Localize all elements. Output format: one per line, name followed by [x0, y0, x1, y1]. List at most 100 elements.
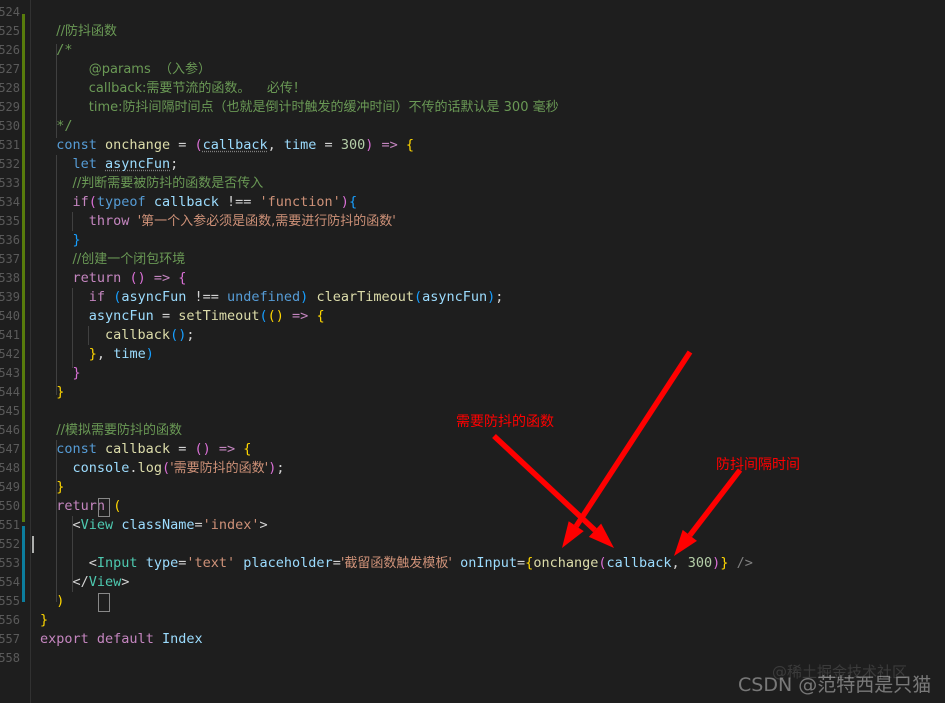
- line-number: 551: [0, 518, 20, 532]
- git-change-bar-modified: [22, 526, 25, 602]
- line-number: 529: [0, 100, 20, 114]
- watermark-csdn: CSDN @范特西是只猫: [738, 674, 932, 696]
- code-token: {: [316, 308, 325, 324]
- code-line: //模拟需要防抖的函数: [40, 421, 182, 440]
- code-token: Index: [161, 631, 203, 647]
- code-token: =>: [292, 308, 309, 324]
- code-token: clearTimeout: [316, 289, 414, 305]
- code-token: asyncFun: [88, 308, 154, 324]
- code-token: =: [517, 555, 526, 571]
- code-line: */: [40, 117, 72, 136]
- code-token: onchange: [533, 555, 599, 571]
- code-line: ): [40, 592, 64, 611]
- code-editor-screenshot: 524 525 526 527 528 529 530 531 532 533 534 535 536 5…: [0, 0, 945, 703]
- code-token: (: [413, 289, 423, 305]
- code-line: }: [40, 611, 48, 630]
- line-number: 552: [0, 537, 20, 551]
- code-token: callback: [202, 137, 268, 153]
- code-line: </View>: [40, 573, 130, 592]
- line-number: 542: [0, 347, 20, 361]
- code-token: time: [283, 137, 317, 153]
- code-token: (): [170, 327, 187, 343]
- code-token: //创建一个闭包环境: [72, 252, 186, 267]
- fold-rail-divider: [30, 0, 31, 703]
- code-token: asyncFun: [105, 156, 171, 172]
- code-token: '需要防抖的函数': [170, 461, 269, 476]
- text-caret: [32, 536, 34, 553]
- code-token: placeholder: [243, 555, 333, 571]
- code-token: typeof: [96, 194, 146, 210]
- line-number: 526: [0, 43, 20, 57]
- code-token: if: [88, 289, 106, 305]
- code-token: //防抖函数: [56, 24, 118, 39]
- code-token: ;: [495, 289, 504, 305]
- code-token: ): [340, 194, 349, 210]
- code-token: callback: [105, 441, 171, 457]
- code-token: (: [194, 137, 203, 153]
- code-line: console.log('需要防抖的函数');: [40, 459, 285, 478]
- code-token: ;: [170, 156, 179, 172]
- code-line: /*: [40, 41, 73, 60]
- code-token: className: [121, 517, 195, 533]
- annotation-label-interval: 防抖间隔时间: [716, 457, 800, 473]
- code-line: let asyncFun;: [40, 155, 179, 174]
- code-token: (: [161, 460, 171, 476]
- line-number: 534: [0, 195, 20, 209]
- code-token: callback:需要节流的函数。 必传！: [88, 81, 306, 96]
- line-number: 556: [0, 613, 20, 627]
- code-token: }: [40, 612, 49, 628]
- code-token: =>: [218, 441, 236, 457]
- code-token: }: [88, 346, 97, 362]
- line-number: 549: [0, 480, 20, 494]
- code-token: asyncFun: [422, 289, 488, 305]
- code-line: //判断需要被防抖的函数是否传入: [40, 174, 264, 193]
- code-line: asyncFun = setTimeout(() => {: [40, 307, 325, 326]
- code-token: (: [113, 498, 122, 514]
- code-token: throw: [88, 213, 130, 229]
- code-line: <Input type='text' placeholder='截留函数触发模板…: [40, 554, 753, 573]
- line-number: 536: [0, 233, 20, 247]
- code-token: callback: [105, 327, 171, 343]
- code-token: 'index': [202, 517, 260, 533]
- line-number: 550: [0, 499, 20, 513]
- code-token: onInput: [460, 555, 518, 571]
- code-line: }: [40, 364, 81, 383]
- code-line: return () => {: [40, 269, 187, 288]
- code-token: /*: [56, 42, 73, 58]
- code-token: default: [96, 631, 154, 647]
- code-token: ,: [267, 137, 284, 153]
- code-text-area[interactable]: //防抖函数 /* @params （入参） callback:需要节流的函数。…: [40, 0, 945, 703]
- code-line: //防抖函数: [40, 22, 117, 41]
- line-number: 546: [0, 423, 20, 437]
- code-token: =: [170, 137, 195, 153]
- line-number: 539: [0, 290, 20, 304]
- code-token: <: [72, 517, 81, 533]
- line-number: 533: [0, 176, 20, 190]
- code-token: (): [194, 441, 211, 457]
- line-number: 528: [0, 81, 20, 95]
- line-number: 531: [0, 138, 20, 152]
- code-token: //判断需要被防抖的函数是否传入: [72, 176, 264, 191]
- line-number: 548: [0, 461, 20, 475]
- code-token: Input: [96, 555, 138, 571]
- code-token: (): [267, 308, 284, 324]
